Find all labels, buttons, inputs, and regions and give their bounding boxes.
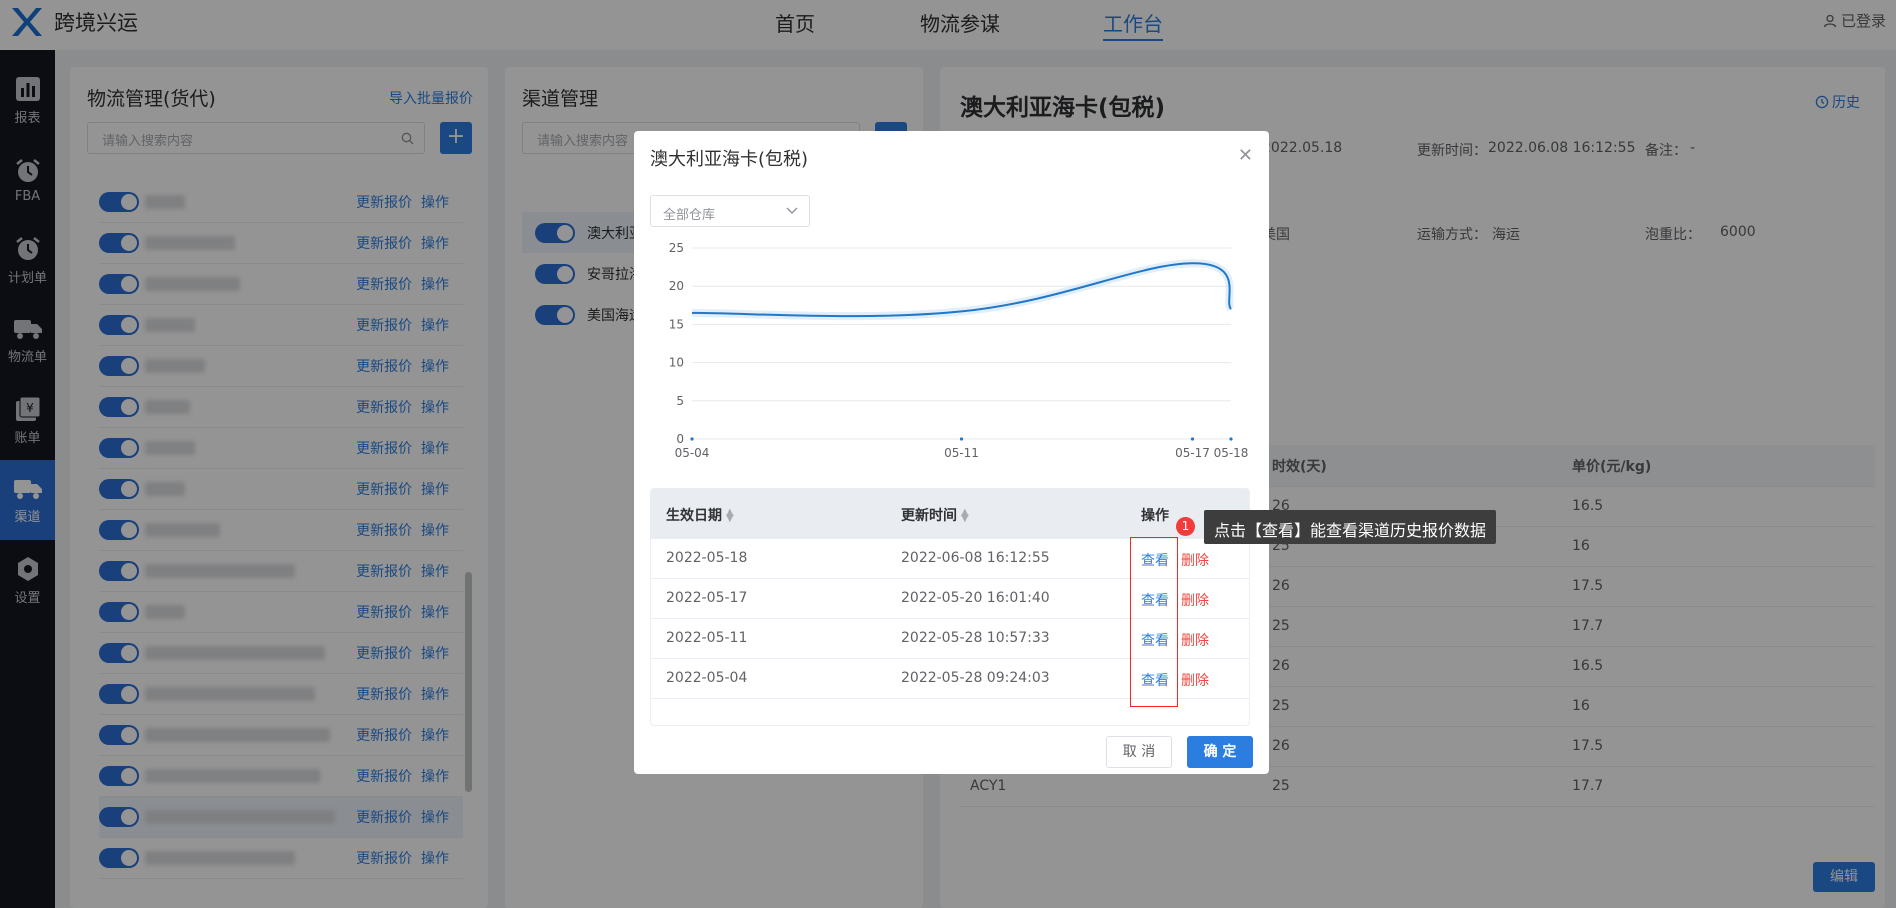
tooltip-step-badge: 1	[1176, 517, 1195, 536]
x-tick-dot	[690, 437, 694, 441]
column-update-time-label: 更新时间	[901, 508, 957, 524]
close-icon[interactable]: ✕	[1238, 145, 1253, 166]
cell-effective-date: 2022-05-18	[666, 550, 748, 566]
y-tick-label: 25	[669, 241, 684, 255]
cell-update-time: 2022-05-28 09:24:03	[901, 670, 1050, 686]
history-table-header: 生效日期 ▲ ▼ 更新时间 ▲ ▼ 操作	[651, 489, 1249, 539]
y-tick-label: 5	[676, 394, 684, 408]
delete-link[interactable]: 删除	[1181, 670, 1209, 690]
x-tick-label: 05-17	[1175, 446, 1210, 460]
column-effective-date[interactable]: 生效日期 ▲ ▼	[666, 505, 734, 525]
x-tick-dot	[1190, 437, 1195, 441]
column-actions: 操作	[1141, 508, 1169, 524]
view-column-highlight	[1130, 537, 1178, 707]
delete-link[interactable]: 删除	[1181, 590, 1209, 610]
cell-update-time: 2022-05-20 16:01:40	[901, 590, 1050, 606]
y-tick-label: 15	[669, 317, 684, 331]
x-tick-label: 05-04	[675, 446, 710, 460]
column-update-time[interactable]: 更新时间 ▲ ▼	[901, 505, 969, 525]
chevron-down-icon	[786, 207, 798, 214]
cell-effective-date: 2022-05-04	[666, 670, 748, 686]
delete-link[interactable]: 删除	[1181, 630, 1209, 650]
warehouse-select[interactable]: 全部仓库	[650, 195, 810, 227]
confirm-button[interactable]: 确 定	[1187, 736, 1253, 768]
y-tick-label: 20	[669, 279, 684, 293]
sort-icon[interactable]: ▲ ▼	[961, 508, 969, 524]
series-line-glow	[691, 259, 1235, 321]
x-tick-label: 05-11	[944, 446, 979, 460]
price-history-chart: 0 5 10 15 20 25 05-04 05-11 05-17 05-18	[669, 241, 1249, 460]
cell-effective-date: 2022-05-11	[666, 630, 748, 646]
y-tick-label: 10	[669, 356, 684, 370]
modal-title: 澳大利亚海卡(包税)	[650, 149, 809, 170]
x-tick-label: 05-18	[1214, 446, 1249, 460]
sort-icon[interactable]: ▲ ▼	[726, 508, 734, 524]
cell-update-time: 2022-06-08 16:12:55	[901, 550, 1050, 566]
cancel-button[interactable]: 取 消	[1106, 736, 1172, 768]
x-tick-dot	[1229, 437, 1233, 441]
column-effective-date-label: 生效日期	[666, 508, 722, 524]
cell-effective-date: 2022-05-17	[666, 590, 748, 606]
delete-link[interactable]: 删除	[1181, 550, 1209, 570]
warehouse-select-value: 全部仓库	[663, 208, 716, 223]
x-tick-dot	[959, 437, 964, 441]
guide-tooltip: 点击【查看】能查看渠道历史报价数据	[1204, 510, 1497, 544]
cell-update-time: 2022-05-28 10:57:33	[901, 630, 1050, 646]
y-tick-label: 0	[676, 432, 684, 446]
